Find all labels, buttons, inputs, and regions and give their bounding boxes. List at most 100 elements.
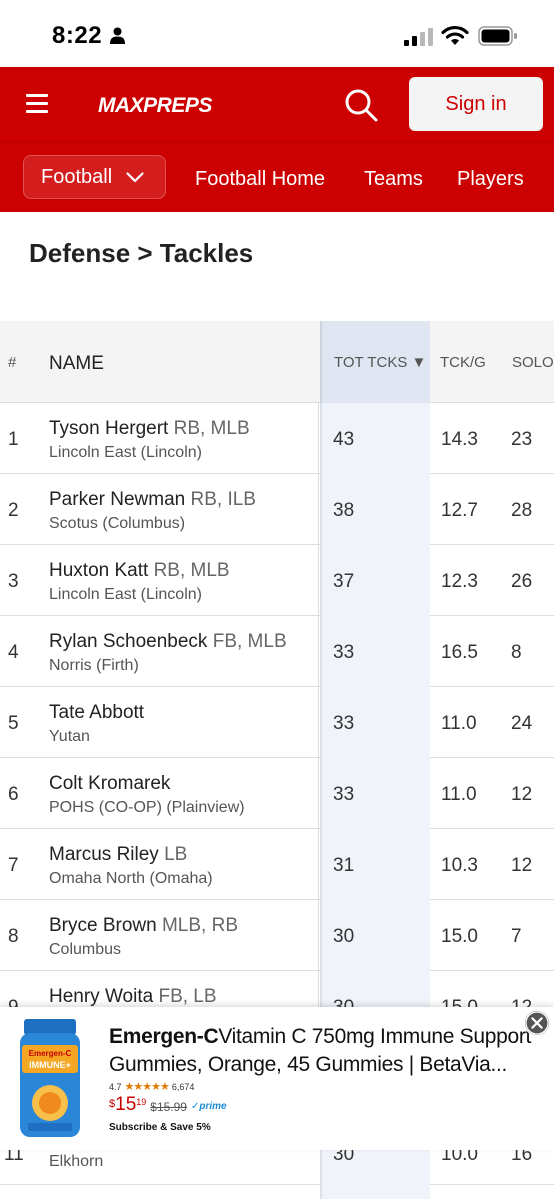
site-header: MAXPREPS Sign in [0, 67, 554, 141]
player-name: Colt Kromarek [49, 773, 171, 794]
player-school[interactable]: Lincoln East (Lincoln) [49, 586, 202, 604]
row-total-tackles: 30 [333, 926, 355, 947]
row-rank: 8 [8, 926, 19, 947]
close-ad-icon[interactable] [524, 1010, 550, 1036]
player-name: Bryce Brown [49, 915, 157, 936]
sport-dropdown[interactable]: Football [23, 155, 166, 199]
col-tackles-per-game-header[interactable]: TCK/G [440, 354, 486, 371]
wifi-icon [441, 25, 469, 45]
player-name-link[interactable]: Marcus Riley LB [49, 844, 187, 866]
row-total-tackles: 43 [333, 429, 355, 450]
player-name-link[interactable]: Rylan Schoenbeck FB, MLB [49, 631, 287, 653]
player-name-link[interactable]: Tate Abbott [49, 702, 144, 724]
row-solo: 12 [511, 855, 533, 876]
ad-price: $ 15 19 $15.99 ✓prime [109, 1095, 227, 1114]
player-school[interactable]: Omaha North (Omaha) [49, 870, 213, 888]
product-bottle-image: Emergen-C IMMUNE+ [20, 1019, 80, 1137]
row-rank: 1 [8, 429, 19, 450]
row-total-tackles: 33 [333, 713, 355, 734]
table-row[interactable]: 1 Tyson Hergert RB, MLB Lincoln East (Linc… [0, 403, 554, 474]
player-position: RB, MLB [153, 560, 230, 581]
table-row[interactable]: 5 Tate Abbott Yutan 33 11.0 24 [0, 687, 554, 758]
row-rank: 7 [8, 855, 19, 876]
row-total-tackles: 31 [333, 855, 355, 876]
player-name: Marcus Riley [49, 844, 159, 865]
table-bottom-strip [0, 1185, 554, 1199]
battery-icon [478, 26, 517, 46]
row-tackles-per-game: 11.0 [441, 713, 477, 734]
row-rank: 4 [8, 642, 19, 663]
player-position: RB, ILB [190, 489, 256, 510]
table-row[interactable]: 4 Rylan Schoenbeck FB, MLB Norris (Firth) 3… [0, 616, 554, 687]
col-solo-header[interactable]: SOLO [512, 354, 554, 371]
row-tackles-per-game: 12.3 [441, 571, 478, 592]
player-name: Parker Newman [49, 489, 186, 510]
player-position: FB, MLB [212, 631, 287, 652]
row-tackles-per-game: 10.3 [441, 855, 478, 876]
player-school[interactable]: POHS (CO-OP) (Plainview) [49, 799, 245, 817]
table-row[interactable]: 8 Bryce Brown MLB, RB Columbus 30 15.0 7 [0, 900, 554, 971]
row-solo: 28 [511, 500, 533, 521]
player-name-link[interactable]: Colt Kromarek [49, 773, 170, 795]
col-name-header[interactable]: NAME [49, 353, 104, 375]
player-name: Tyson Hergert [49, 418, 169, 439]
row-solo: 7 [511, 926, 522, 947]
ad-rating: 4.7 ★★★★★ 6,674 [109, 1080, 194, 1093]
player-school[interactable]: Columbus [49, 941, 121, 959]
star-rating-icon: ★★★★★ [124, 1081, 170, 1093]
row-rank: 5 [8, 713, 19, 734]
table-row[interactable]: 11 Elkhorn 30 10.0 16 [0, 1140, 554, 1185]
row-total-tackles: 38 [333, 500, 355, 521]
ad-rating-value: 4.7 [109, 1081, 122, 1092]
row-solo: 24 [511, 713, 533, 734]
ad-brand: Emergen-C [109, 1025, 219, 1048]
player-school[interactable]: Scotus (Columbus) [49, 515, 185, 533]
table-row[interactable]: 7 Marcus Riley LB Omaha North (Omaha) 31 10.… [0, 829, 554, 900]
ad-title-line1[interactable]: Emergen-CVitamin C 750mg Immune Support [109, 1025, 531, 1049]
sign-in-button[interactable]: Sign in [409, 77, 543, 131]
player-position: RB, MLB [173, 418, 250, 439]
nav-players[interactable]: Players [457, 168, 524, 191]
player-name-link[interactable]: Henry Woita FB, LB [49, 986, 217, 1008]
player-name-link[interactable]: Parker Newman RB, ILB [49, 489, 256, 511]
ad-title-line2[interactable]: Gummies, Orange, 45 Gummies | BetaVia... [109, 1053, 507, 1077]
player-name: Henry Woita [49, 986, 154, 1007]
person-icon [110, 27, 125, 44]
player-school[interactable]: Yutan [49, 728, 90, 746]
nav-teams[interactable]: Teams [364, 168, 423, 191]
row-tackles-per-game: 12.7 [441, 500, 478, 521]
table-row[interactable]: 3 Huxton Katt RB, MLB Lincoln East (Lincol… [0, 545, 554, 616]
player-name-link[interactable]: Bryce Brown MLB, RB [49, 915, 238, 937]
player-position: LB [164, 844, 188, 865]
sport-dropdown-label: Football [41, 165, 113, 188]
player-name-link[interactable]: Tyson Hergert RB, MLB [49, 418, 250, 440]
table-row[interactable]: 6 Colt Kromarek POHS (CO-OP) (Plainview) 3… [0, 758, 554, 829]
row-total-tackles: 33 [333, 784, 355, 805]
ad-banner[interactable]: Emergen-C IMMUNE+ Emergen-CVitamin C 750… [0, 1007, 554, 1150]
row-solo: 23 [511, 429, 533, 450]
player-school: Elkhorn [49, 1153, 104, 1170]
row-rank: 2 [8, 500, 19, 521]
player-name: Tate Abbott [49, 702, 145, 723]
row-tackles-per-game: 14.3 [441, 429, 478, 450]
hamburger-menu-icon[interactable] [26, 94, 48, 114]
row-rank: 6 [8, 784, 19, 805]
player-school[interactable]: Norris (Firth) [49, 657, 139, 675]
nav-football-home[interactable]: Football Home [195, 168, 325, 191]
price-original: $15.99 [150, 1100, 187, 1114]
row-solo: 12 [511, 784, 533, 805]
table-header: # NAME TOT TCKS ▼ TCK/G SOLO [0, 321, 554, 403]
search-icon[interactable] [343, 87, 379, 123]
ad-review-count: 6,674 [171, 1081, 195, 1092]
player-name: Rylan Schoenbeck [49, 631, 208, 652]
sport-subnav: Football Football Home Teams Players [0, 141, 554, 212]
player-school[interactable]: Lincoln East (Lincoln) [49, 444, 202, 462]
ad-subscribe-text: Subscribe & Save 5% [109, 1122, 211, 1133]
row-solo: 26 [511, 571, 533, 592]
table-body: 1 Tyson Hergert RB, MLB Lincoln East (Linc… [0, 403, 554, 1042]
price-cents: 19 [136, 1097, 147, 1107]
player-name-link[interactable]: Huxton Katt RB, MLB [49, 560, 230, 582]
table-row[interactable]: 2 Parker Newman RB, ILB Scotus (Columbus) 3… [0, 474, 554, 545]
maxpreps-logo[interactable]: MAXPREPS [96, 85, 228, 123]
col-total-tackles-header[interactable]: TOT TCKS ▼ [320, 321, 430, 403]
